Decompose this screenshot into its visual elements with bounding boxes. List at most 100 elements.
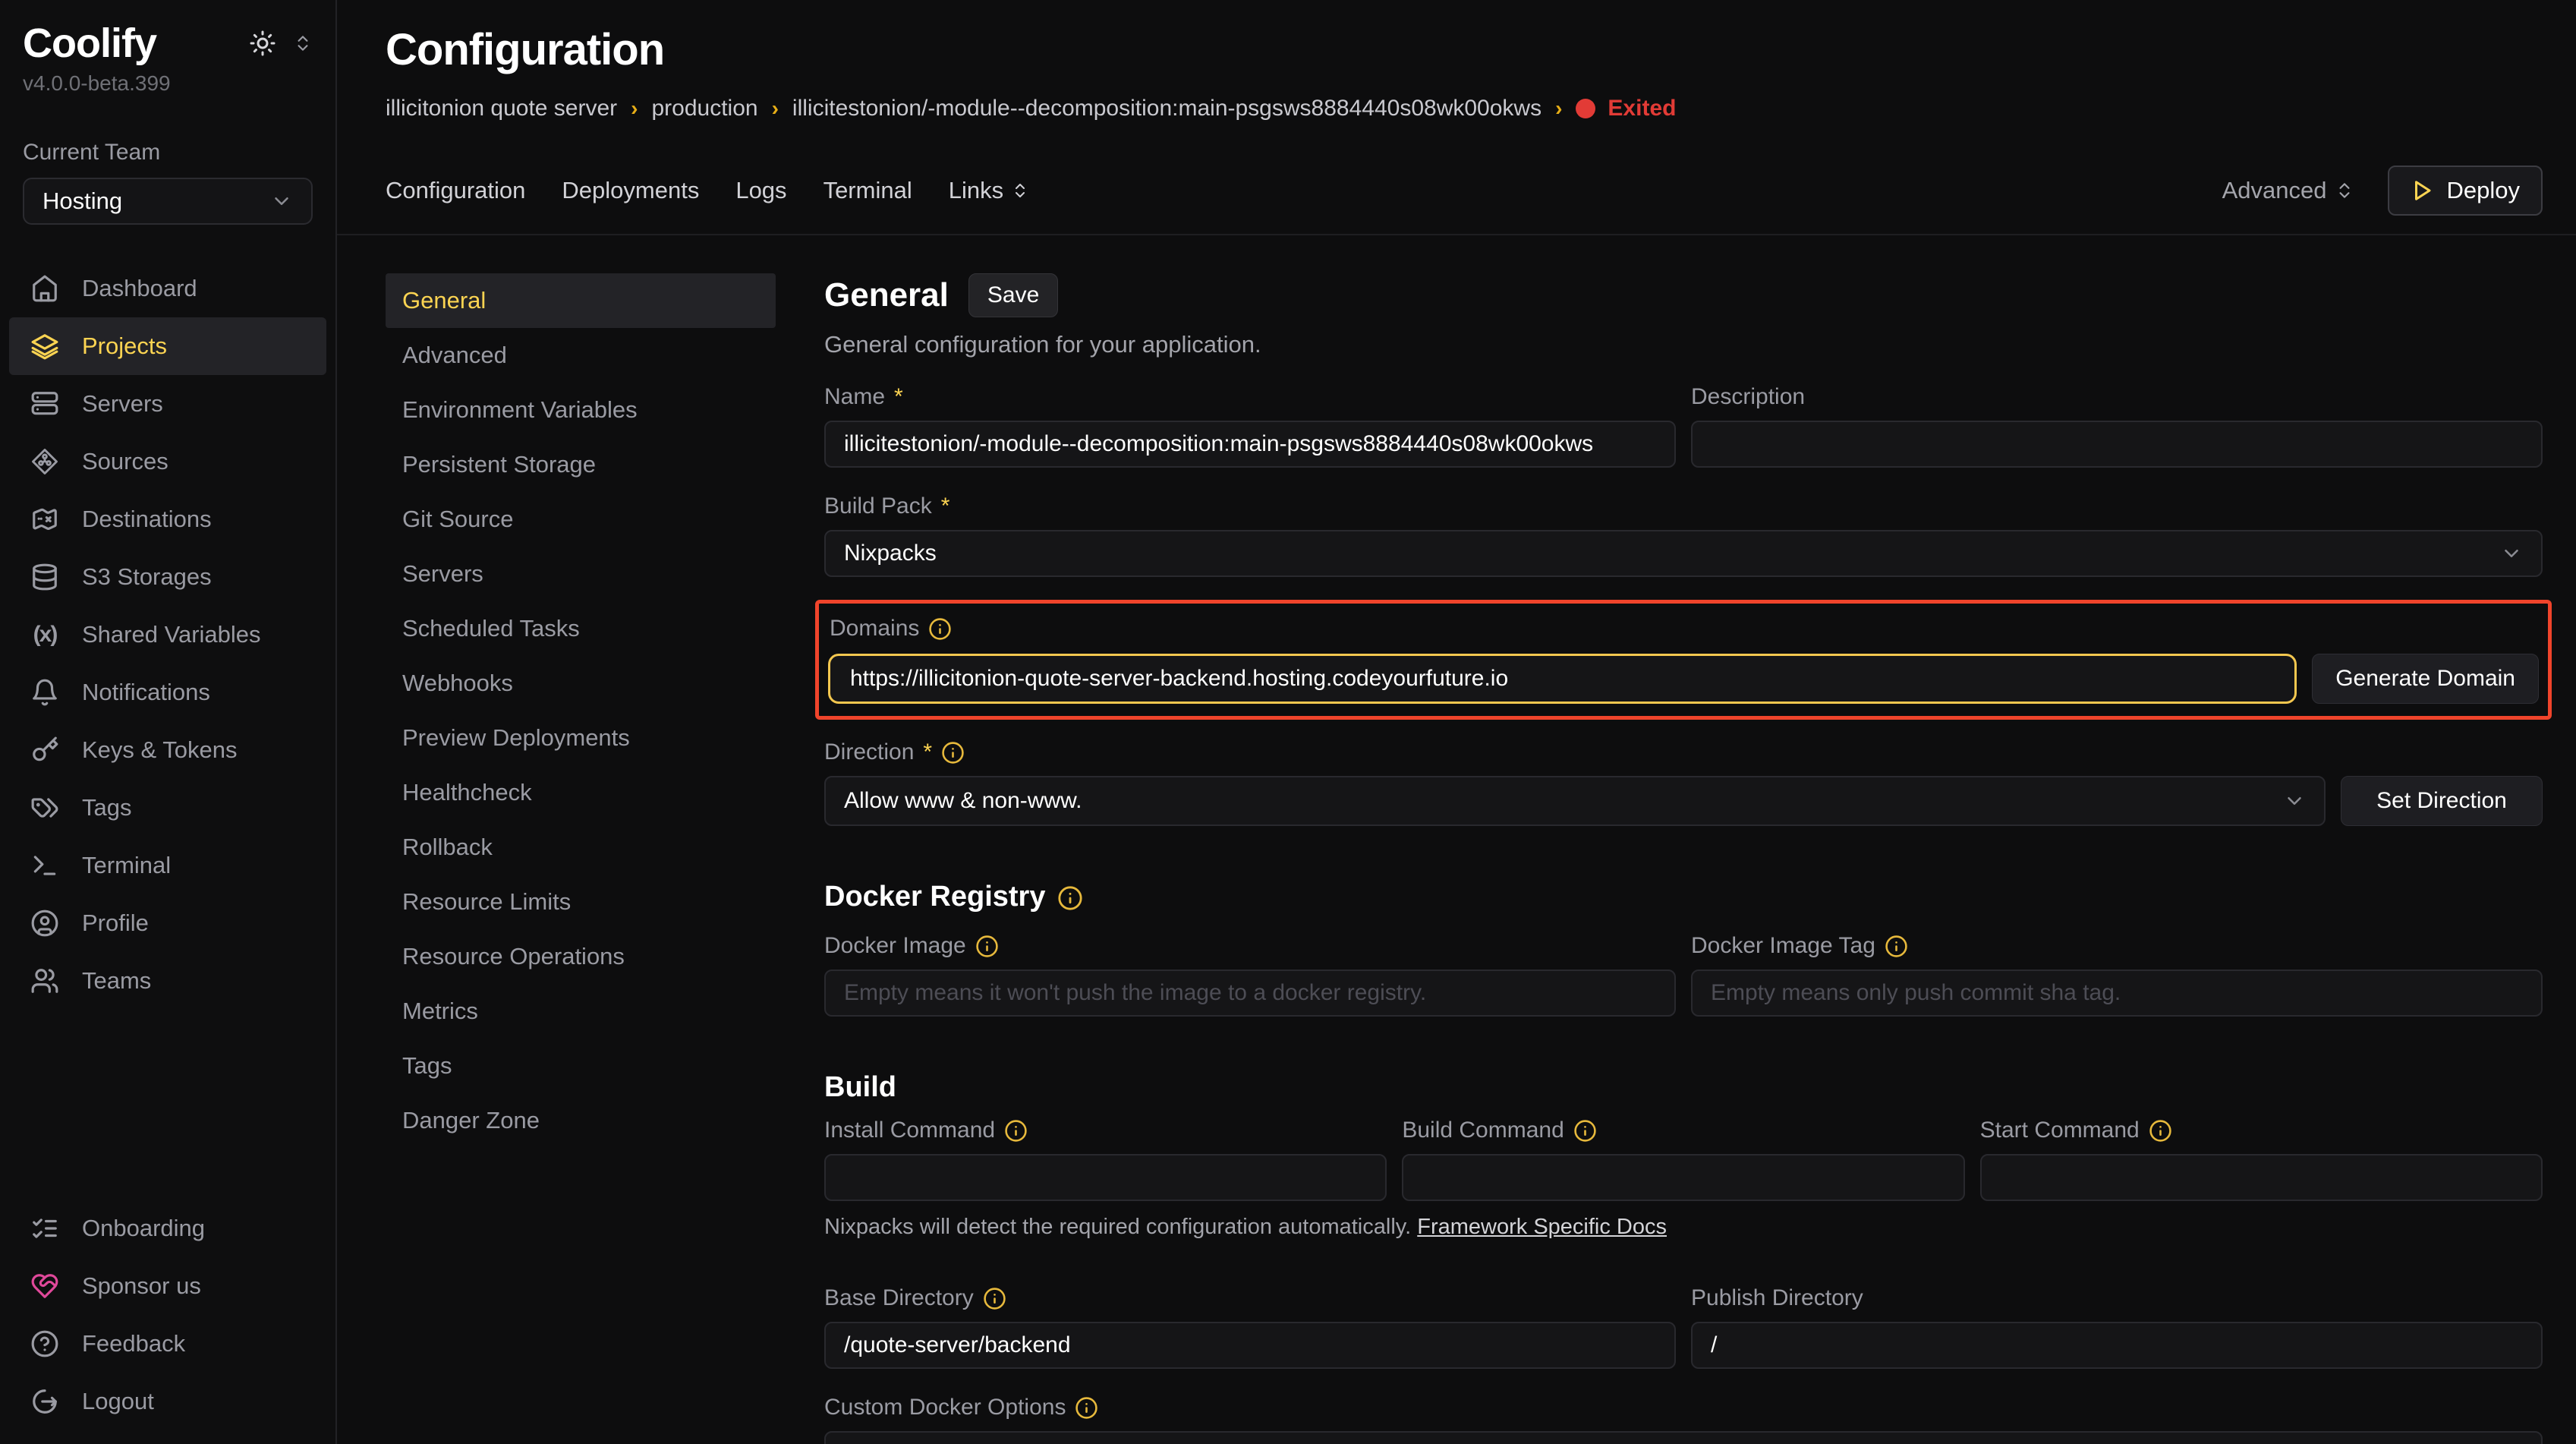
install-command-input[interactable]	[824, 1154, 1387, 1201]
info-icon[interactable]	[2149, 1119, 2172, 1143]
chevron-down-icon	[270, 190, 293, 213]
sun-icon[interactable]	[249, 30, 276, 57]
deploy-button[interactable]: Deploy	[2388, 166, 2543, 216]
docker-image-tag-field-group: Docker Image Tag	[1691, 933, 2543, 1017]
map-icon	[30, 505, 59, 534]
subnav-item-git-source[interactable]: Git Source	[386, 492, 776, 547]
tab-deployments[interactable]: Deployments	[562, 177, 699, 204]
build-command-input[interactable]	[1402, 1154, 1964, 1201]
sidebar-item-s3-storages[interactable]: S3 Storages	[9, 548, 326, 606]
custom-docker-options-input[interactable]	[824, 1431, 2543, 1444]
subnav-item-general[interactable]: General	[386, 273, 776, 328]
sidebar-item-sponsor-us[interactable]: Sponsor us	[9, 1257, 326, 1315]
subnav-item-tags[interactable]: Tags	[386, 1039, 776, 1093]
sidebar-item-logout[interactable]: Logout	[9, 1373, 326, 1430]
info-icon[interactable]	[941, 741, 965, 765]
generate-domain-button[interactable]: Generate Domain	[2312, 654, 2539, 704]
sidebar-item-notifications[interactable]: Notifications	[9, 664, 326, 721]
subnav-item-servers[interactable]: Servers	[386, 547, 776, 601]
docker-image-input[interactable]	[824, 969, 1676, 1017]
subnav-item-healthcheck[interactable]: Healthcheck	[386, 765, 776, 820]
tab-configuration[interactable]: Configuration	[386, 177, 525, 204]
tags-icon	[30, 793, 59, 822]
subnav-item-rollback[interactable]: Rollback	[386, 820, 776, 875]
app-logo[interactable]: Coolify	[23, 20, 156, 67]
breadcrumb-environment[interactable]: production	[651, 96, 757, 121]
set-direction-button[interactable]: Set Direction	[2341, 776, 2543, 826]
server-icon	[30, 389, 59, 418]
subnav-item-preview-deployments[interactable]: Preview Deployments	[386, 711, 776, 765]
build-pack-select[interactable]: Nixpacks	[824, 530, 2543, 577]
current-team-label: Current Team	[0, 96, 335, 166]
layers-icon	[30, 332, 59, 361]
subnav-item-advanced[interactable]: Advanced	[386, 328, 776, 383]
sidebar-item-servers[interactable]: Servers	[9, 375, 326, 433]
sidebar-item-tags[interactable]: Tags	[9, 779, 326, 837]
subnav-item-metrics[interactable]: Metrics	[386, 984, 776, 1039]
sidebar-item-projects[interactable]: Projects	[9, 317, 326, 375]
sidebar-footer-nav: Onboarding Sponsor us Feedback Logout	[0, 1200, 335, 1430]
config-subnav: General Advanced Environment Variables P…	[386, 273, 776, 1444]
save-button[interactable]: Save	[968, 273, 1058, 317]
info-icon[interactable]	[1075, 1396, 1098, 1420]
unfold-icon[interactable]	[293, 33, 313, 53]
framework-docs-link[interactable]: Framework Specific Docs	[1417, 1215, 1667, 1239]
breadcrumb-application[interactable]: illicitestonion/-module--decomposition:m…	[792, 96, 1542, 121]
database-icon	[30, 563, 59, 591]
info-icon[interactable]	[975, 935, 999, 958]
sidebar-item-profile[interactable]: Profile	[9, 894, 326, 952]
page-title: Configuration	[386, 26, 2543, 74]
subnav-item-persistent-storage[interactable]: Persistent Storage	[386, 437, 776, 492]
sidebar-item-dashboard[interactable]: Dashboard	[9, 260, 326, 317]
install-command-field-group: Install Command	[824, 1118, 1387, 1201]
terminal-icon	[30, 851, 59, 880]
play-icon	[2411, 179, 2433, 202]
tab-links[interactable]: Links	[949, 177, 1029, 204]
subnav-item-webhooks[interactable]: Webhooks	[386, 656, 776, 711]
direction-select[interactable]: Allow www & non-www.	[824, 776, 2326, 826]
docker-image-field-group: Docker Image	[824, 933, 1676, 1017]
sidebar-item-terminal[interactable]: Terminal	[9, 837, 326, 894]
sidebar-item-onboarding[interactable]: Onboarding	[9, 1200, 326, 1257]
description-field-group: Description	[1691, 384, 2543, 468]
domains-highlight-box: Domains Generate Domain	[815, 600, 2552, 720]
publish-directory-field-group: Publish Directory	[1691, 1285, 2543, 1369]
breadcrumb-project[interactable]: illicitonion quote server	[386, 96, 617, 121]
chevron-right-icon: ›	[772, 96, 779, 121]
domains-input[interactable]	[828, 654, 2297, 704]
sidebar-item-feedback[interactable]: Feedback	[9, 1315, 326, 1373]
subnav-item-danger-zone[interactable]: Danger Zone	[386, 1093, 776, 1148]
subnav-item-environment-variables[interactable]: Environment Variables	[386, 383, 776, 437]
heart-hands-icon	[30, 1272, 59, 1301]
info-icon[interactable]	[1057, 885, 1081, 909]
team-select[interactable]: Hosting	[23, 178, 313, 225]
variables-icon: (x)	[30, 620, 59, 649]
sidebar-item-teams[interactable]: Teams	[9, 952, 326, 1010]
tab-logs[interactable]: Logs	[735, 177, 786, 204]
sidebar-item-destinations[interactable]: Destinations	[9, 490, 326, 548]
build-pack-field-group: Build Pack* Nixpacks	[824, 493, 2543, 577]
name-input[interactable]	[824, 421, 1676, 468]
subnav-item-scheduled-tasks[interactable]: Scheduled Tasks	[386, 601, 776, 656]
docker-image-tag-input[interactable]	[1691, 969, 2543, 1017]
info-icon[interactable]	[983, 1287, 1006, 1310]
general-form: General Save General configuration for y…	[824, 273, 2543, 1444]
info-icon[interactable]	[1885, 935, 1908, 958]
info-icon[interactable]	[1573, 1119, 1597, 1143]
unfold-icon	[1011, 181, 1029, 200]
advanced-dropdown[interactable]: Advanced	[2222, 177, 2354, 204]
home-icon	[30, 274, 59, 303]
subnav-item-resource-operations[interactable]: Resource Operations	[386, 929, 776, 984]
subnav-item-resource-limits[interactable]: Resource Limits	[386, 875, 776, 929]
sidebar-item-keys-tokens[interactable]: Keys & Tokens	[9, 721, 326, 779]
tab-terminal[interactable]: Terminal	[824, 177, 912, 204]
sidebar-item-shared-variables[interactable]: (x)Shared Variables	[9, 606, 326, 664]
description-input[interactable]	[1691, 421, 2543, 468]
start-command-input[interactable]	[1980, 1154, 2543, 1201]
chevron-right-icon: ›	[1555, 96, 1562, 121]
info-icon[interactable]	[1004, 1119, 1028, 1143]
info-icon[interactable]	[928, 617, 952, 641]
base-directory-input[interactable]	[824, 1322, 1676, 1369]
publish-directory-input[interactable]	[1691, 1322, 2543, 1369]
sidebar-item-sources[interactable]: Sources	[9, 433, 326, 490]
